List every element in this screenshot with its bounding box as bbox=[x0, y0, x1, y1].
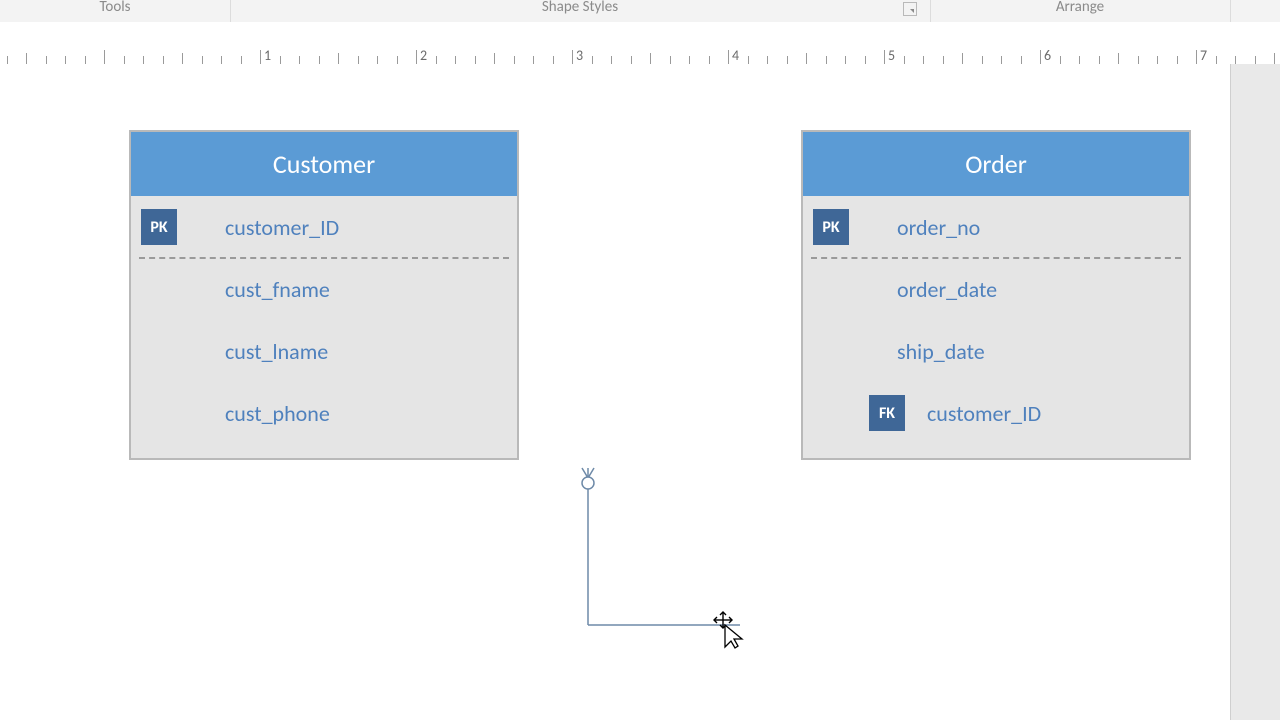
entity-customer-row-pk[interactable]: PK customer_ID bbox=[141, 196, 507, 258]
canvas-off-page bbox=[1230, 64, 1280, 720]
entity-order-title: Order bbox=[803, 132, 1189, 196]
entity-order[interactable]: Order PK order_no order_date ship_date F… bbox=[801, 130, 1191, 460]
entity-order-row-fk[interactable]: FK customer_ID bbox=[813, 382, 1179, 444]
move-cursor-icon bbox=[712, 610, 744, 650]
ribbon-group-labels: Tools Shape Styles Arrange bbox=[0, 0, 1280, 23]
ruler-number: 5 bbox=[888, 47, 895, 64]
ruler-number: 6 bbox=[1044, 47, 1051, 64]
field-label: order_no bbox=[857, 214, 1179, 241]
entity-order-row[interactable]: order_date bbox=[813, 258, 1179, 320]
field-label: customer_ID bbox=[185, 214, 507, 241]
field-label: cust_fname bbox=[185, 276, 507, 303]
ruler-number: 7 bbox=[1200, 47, 1207, 64]
entity-customer-row[interactable]: cust_lname bbox=[141, 320, 507, 382]
horizontal-ruler: 1 2 3 4 5 6 7 bbox=[0, 22, 1280, 65]
field-label: order_date bbox=[857, 276, 1179, 303]
ribbon-group-tools: Tools bbox=[0, 0, 230, 22]
pk-badge: PK bbox=[141, 209, 177, 245]
ruler-number: 3 bbox=[576, 47, 583, 64]
ribbon-group-shape-styles: Shape Styles bbox=[230, 0, 930, 22]
field-label: ship_date bbox=[857, 338, 1179, 365]
ruler-number: 4 bbox=[732, 47, 739, 64]
field-label: cust_phone bbox=[185, 400, 507, 427]
entity-order-row-pk[interactable]: PK order_no bbox=[813, 196, 1179, 258]
ribbon-group-arrange: Arrange bbox=[930, 0, 1230, 22]
fk-badge: FK bbox=[869, 395, 905, 431]
entity-customer[interactable]: Customer PK customer_ID cust_fname cust_… bbox=[129, 130, 519, 460]
shape-styles-dialog-launcher[interactable] bbox=[903, 2, 917, 16]
ruler-number: 1 bbox=[264, 47, 271, 64]
entity-customer-title: Customer bbox=[131, 132, 517, 196]
entity-customer-row[interactable]: cust_phone bbox=[141, 382, 507, 444]
ruler-number: 2 bbox=[420, 47, 427, 64]
drawing-canvas[interactable]: Customer PK customer_ID cust_fname cust_… bbox=[0, 64, 1230, 720]
entity-customer-row[interactable]: cust_fname bbox=[141, 258, 507, 320]
entity-order-row[interactable]: ship_date bbox=[813, 320, 1179, 382]
pk-badge: PK bbox=[813, 209, 849, 245]
field-label: customer_ID bbox=[913, 400, 1179, 427]
field-label: cust_lname bbox=[185, 338, 507, 365]
